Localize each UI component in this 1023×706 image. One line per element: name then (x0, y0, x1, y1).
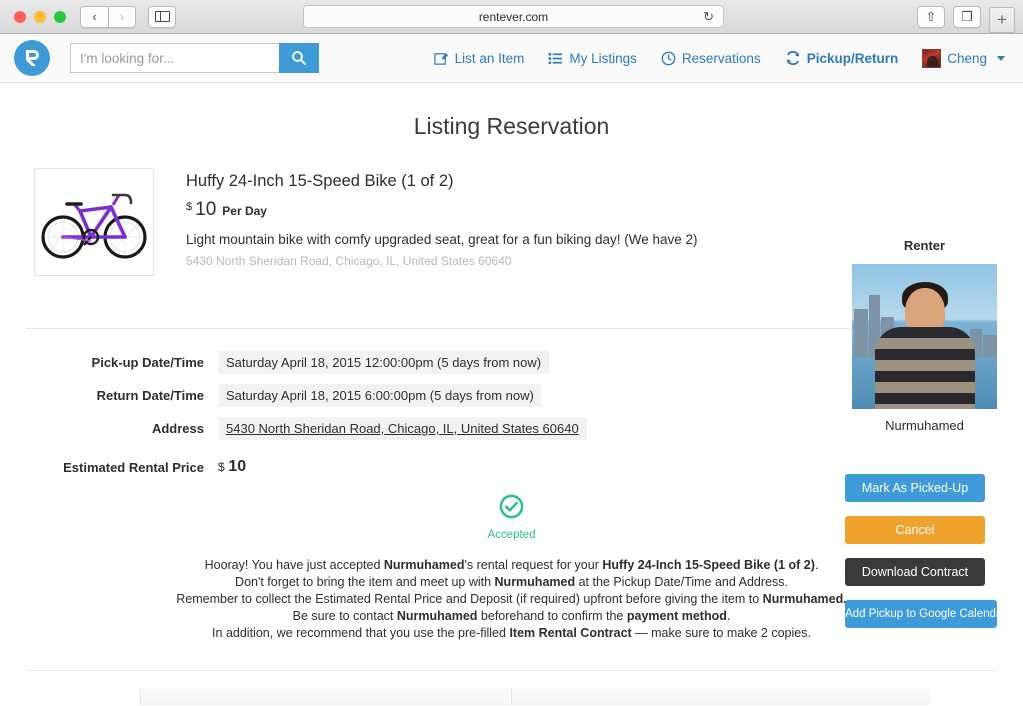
chevron-down-icon (997, 55, 1005, 61)
renter-photo[interactable] (852, 264, 997, 409)
clock-icon (661, 51, 676, 66)
url-text: rentever.com (478, 9, 549, 24)
message-text: Don't forget to bring the item and meet … (235, 575, 495, 589)
mark-as-picked-up-button[interactable]: Mark As Picked-Up (845, 474, 985, 502)
address-label: Address (151, 421, 204, 436)
bicycle-image (41, 193, 147, 259)
search-icon (292, 51, 306, 65)
renter-section-label: Renter (903, 238, 946, 253)
maximize-window-button[interactable] (54, 10, 66, 23)
renter-name-bold: Nurmuhamed (383, 558, 465, 572)
item-rental-contract-bold: Item Rental Contract (509, 626, 632, 640)
renter-panel: Renter Nurmuhamed (852, 238, 997, 433)
new-tab-button[interactable]: + (989, 6, 1015, 33)
avatar (922, 48, 942, 68)
address-value-link[interactable]: 5430 North Sheridan Road, Chicago, IL, U… (218, 417, 587, 440)
listing-price: $ 10 Per Day (186, 199, 997, 221)
minimize-window-button[interactable] (34, 10, 46, 23)
message-text: Be sure to contact (292, 609, 397, 623)
refresh-icon (785, 50, 801, 66)
reload-icon[interactable]: ↻ (703, 9, 714, 25)
estimated-rental-price-label: Estimated Rental Price (63, 459, 204, 475)
estimated-rental-price-value: $ 10 (218, 454, 254, 480)
rentever-r-logo-icon (26, 50, 39, 66)
pickup-datetime-label: Pick-up Date/Time (91, 355, 204, 370)
back-button[interactable]: ‹ (80, 5, 108, 28)
share-icon[interactable]: ⇧ (917, 5, 945, 28)
check-circle-icon (499, 494, 524, 519)
site-header: List an Item My Listings (0, 34, 1023, 83)
nav-list-an-item[interactable]: List an Item (433, 50, 525, 66)
add-pickup-to-google-calendar-button[interactable]: Add Pickup to Google Calendar (845, 600, 997, 628)
message-text: Hooray! You have just accepted (204, 558, 384, 572)
download-contract-button[interactable]: Download Contract (845, 558, 985, 586)
search-bar (70, 43, 319, 73)
close-window-button[interactable] (14, 10, 26, 23)
listing-title: Huffy 24-Inch 15-Speed Bike (1 of 2) (186, 172, 454, 190)
nav-pickup-return[interactable]: Pickup/Return (785, 50, 899, 66)
list-icon (548, 51, 563, 66)
address-bar[interactable]: rentever.com ↻ (303, 5, 724, 28)
nav-label: My Listings (569, 50, 637, 66)
nav-reservations[interactable]: Reservations (661, 51, 761, 66)
cancel-button[interactable]: Cancel (845, 516, 985, 544)
search-button[interactable] (279, 43, 319, 73)
payment-method-bold: payment method (626, 609, 727, 623)
footer-area (0, 671, 1023, 705)
search-input[interactable] (70, 43, 279, 73)
price-currency: $ (186, 201, 193, 213)
action-buttons: Mark As Picked-Up Cancel Download Contra… (845, 474, 1023, 642)
user-menu[interactable]: Cheng (922, 48, 1005, 68)
footer-column-right (511, 689, 931, 705)
browser-chrome: ‹ › rentever.com ↻ ⇧ ❐ + (0, 0, 1023, 34)
site-logo[interactable] (14, 40, 50, 76)
nav-label: List an Item (454, 50, 525, 66)
footer-column-left (140, 689, 510, 705)
price-unit: Per Day (222, 204, 267, 218)
compose-icon (433, 51, 449, 66)
nav-my-listings[interactable]: My Listings (548, 51, 637, 66)
return-datetime-label: Return Date/Time (96, 388, 204, 403)
message-text: 's rental request for your (464, 558, 603, 572)
renter-name: Nurmuhamed (885, 418, 964, 433)
browser-right-controls: ⇧ ❐ + (917, 5, 1015, 33)
window-traffic-lights (14, 10, 66, 23)
return-datetime-value: Saturday April 18, 2015 6:00:00pm (5 day… (218, 384, 542, 407)
page-title: Listing Reservation (413, 113, 610, 139)
forward-button[interactable]: › (108, 5, 136, 28)
price-currency: $ (218, 460, 225, 474)
message-text: Remember to collect the Estimated Rental… (176, 592, 763, 606)
message-text: . (814, 558, 819, 572)
sidebar-icon (154, 11, 170, 22)
listing-title-bold: Huffy 24-Inch 15-Speed Bike (1 of 2) (602, 558, 815, 572)
price-amount: 10 (195, 199, 217, 220)
message-text: . (726, 609, 731, 623)
show-tabs-icon[interactable]: ❐ (953, 5, 981, 28)
renter-name-bold: Nurmuhamed. (762, 592, 847, 606)
message-text: — make sure to make 2 copies. (631, 626, 811, 640)
sidebar-toggle-button[interactable] (148, 5, 176, 28)
browser-navigation-group: ‹ › (80, 5, 136, 28)
listing-thumbnail[interactable] (34, 168, 154, 276)
page-content: Listing Reservation Huffy 24-Inch 15-Spe… (0, 83, 1023, 705)
message-text: at the Pickup Date/Time and Address. (575, 575, 788, 589)
nav-label: Pickup/Return (806, 50, 899, 66)
message-text: In addition, we recommend that you use t… (212, 626, 510, 640)
price-amount: 10 (228, 458, 247, 475)
user-name: Cheng (947, 50, 987, 66)
pickup-datetime-value: Saturday April 18, 2015 12:00:00pm (5 da… (218, 351, 550, 374)
message-text: beforehand to confirm the (477, 609, 627, 623)
renter-shirt (874, 327, 975, 409)
renter-name-bold: Nurmuhamed (396, 609, 478, 623)
renter-name-bold: Nurmuhamed (494, 575, 576, 589)
nav-label: Reservations (681, 50, 761, 66)
main-navigation: List an Item My Listings Reservations Pi… (433, 48, 1009, 68)
